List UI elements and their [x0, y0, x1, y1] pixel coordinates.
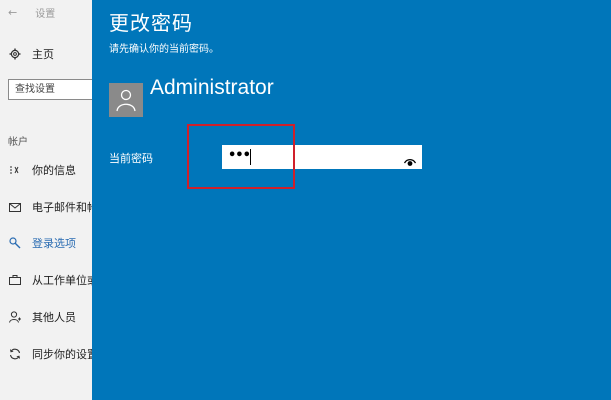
person-icon [115, 87, 137, 117]
briefcase-icon [8, 275, 22, 285]
red-highlight-box [187, 124, 295, 189]
sidebar-item-email-accounts[interactable]: 电子邮件和帐户 [0, 196, 92, 218]
add-person-icon [8, 311, 22, 323]
dialog-title: 更改密码 [109, 11, 193, 35]
contact-card-icon [8, 165, 22, 175]
sidebar-item-your-info[interactable]: 你的信息 [0, 159, 76, 181]
nav-home[interactable]: 主页 [0, 43, 54, 65]
gear-icon [8, 48, 22, 60]
dialog-subtitle: 请先确认你的当前密码。 [109, 44, 219, 55]
sidebar-item-work-school[interactable]: 从工作单位或学校访问 [0, 269, 92, 291]
sidebar-item-label: 登录选项 [32, 237, 76, 250]
sidebar-item-sync-settings[interactable]: 同步你的设置 [0, 343, 92, 365]
section-label-accounts: 帐户 [8, 137, 28, 148]
key-icon [8, 237, 22, 249]
window-title: 设置 [35, 8, 56, 20]
current-password-label: 当前密码 [109, 152, 153, 165]
sidebar-item-label: 同步你的设置 [32, 348, 92, 361]
sync-icon [8, 348, 22, 360]
search-settings-input[interactable]: 查找设置 [8, 79, 92, 100]
user-name: Administrator [150, 76, 274, 99]
title-bar: ← 设置 [8, 4, 55, 20]
sidebar-item-label: 你的信息 [32, 164, 76, 177]
sidebar-item-label: 其他人员 [32, 311, 76, 324]
avatar [109, 83, 143, 117]
back-arrow-icon[interactable]: ← [8, 6, 17, 19]
sidebar-item-other-people[interactable]: 其他人员 [0, 306, 76, 328]
settings-sidebar: ← 设置 主页 查找设置 帐户 你的信息 电子邮件和帐户 登录选项 从工作单位或… [0, 0, 92, 400]
sidebar-item-label: 从工作单位或学校访问 [32, 274, 92, 287]
nav-home-label: 主页 [32, 48, 54, 61]
reveal-password-eye-icon[interactable] [403, 152, 417, 171]
sidebar-item-sign-in-options[interactable]: 登录选项 [0, 232, 76, 254]
sidebar-item-label: 电子邮件和帐户 [32, 201, 92, 214]
mail-icon [8, 202, 22, 212]
change-password-dialog: 更改密码 请先确认你的当前密码。 Administrator 当前密码 ••• [92, 0, 611, 400]
